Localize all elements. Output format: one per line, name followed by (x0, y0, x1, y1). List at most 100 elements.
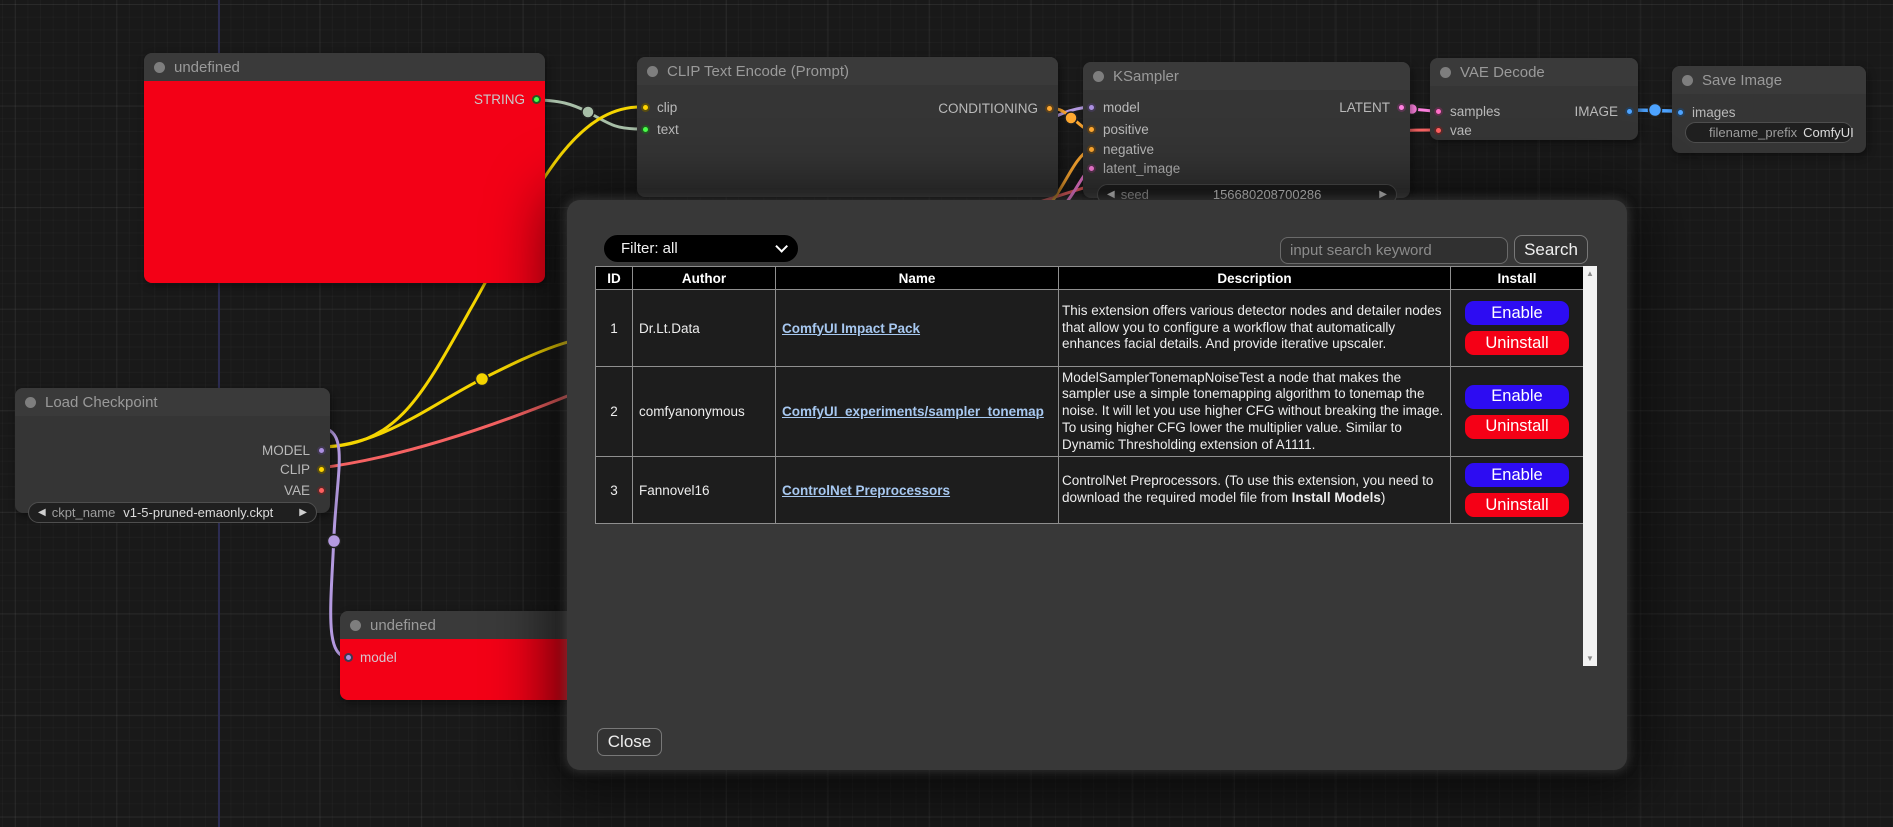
col-header-id: ID (596, 267, 633, 290)
filename-prefix-widget[interactable]: filename_prefix ComfyUI (1685, 122, 1853, 143)
vae-input-dot[interactable] (1434, 126, 1443, 135)
scroll-down-icon[interactable]: ▼ (1586, 654, 1594, 663)
clip-output-dot[interactable] (317, 465, 326, 474)
output-slot-image[interactable]: IMAGE (1574, 103, 1634, 119)
node-status-dot (154, 62, 165, 73)
model-input-dot[interactable] (1087, 103, 1096, 112)
input-slot-model[interactable]: model (1087, 99, 1140, 115)
node-clip-text-encode[interactable]: CLIP Text Encode (Prompt) clip text COND… (637, 57, 1058, 197)
output-slot-latent[interactable]: LATENT (1339, 99, 1406, 115)
close-button[interactable]: Close (597, 728, 662, 756)
node-status-dot (25, 397, 36, 408)
ckpt-name-value: v1-5-pruned-emaonly.ckpt (123, 505, 273, 520)
uninstall-button[interactable]: Uninstall (1464, 492, 1570, 518)
output-slot-clip[interactable]: CLIP (280, 461, 326, 477)
conditioning-output-dot[interactable] (1045, 104, 1054, 113)
col-header-name: Name (776, 267, 1059, 290)
col-header-install: Install (1451, 267, 1584, 290)
cell-author: comfyanonymous (633, 367, 776, 457)
cell-id: 2 (596, 367, 633, 457)
node-save-image[interactable]: Save Image images filename_prefix ComfyU… (1672, 66, 1866, 153)
cell-author: Dr.Lt.Data (633, 290, 776, 367)
reroute-dot-image[interactable] (1649, 104, 1662, 117)
extension-link[interactable]: ComfyUI_experiments/sampler_tonemap (782, 404, 1044, 419)
scroll-up-icon[interactable]: ▲ (1586, 269, 1594, 278)
samples-input-dot[interactable] (1434, 107, 1443, 116)
latent-image-input-dot[interactable] (1087, 164, 1096, 173)
decrement-arrow-icon[interactable]: ◀ (1107, 189, 1115, 200)
cell-install: Enable Uninstall (1451, 367, 1584, 457)
comfyui-canvas[interactable]: { "icons": { "arrow_left": "◀", "arrow_r… (0, 0, 1893, 827)
negative-input-dot[interactable] (1087, 145, 1096, 154)
table-scrollbar[interactable]: ▲ ▼ (1583, 266, 1597, 666)
enable-button[interactable]: Enable (1464, 300, 1570, 326)
search-input[interactable] (1280, 237, 1508, 264)
cell-description: ModelSamplerTonemapNoiseTest a node that… (1059, 367, 1451, 457)
node-header[interactable]: undefined (144, 53, 545, 81)
node-ksampler[interactable]: KSampler model positive negative latent_… (1083, 62, 1410, 198)
node-title: CLIP Text Encode (Prompt) (667, 63, 849, 80)
col-header-author: Author (633, 267, 776, 290)
enable-button[interactable]: Enable (1464, 462, 1570, 488)
text-input-dot[interactable] (641, 125, 650, 134)
cell-install: Enable Uninstall (1451, 290, 1584, 367)
node-title: undefined (370, 617, 436, 634)
model-output-dot[interactable] (317, 446, 326, 455)
reroute-dot-model[interactable] (328, 535, 341, 548)
input-slot-vae[interactable]: vae (1434, 122, 1472, 138)
reroute-dot-conditioning[interactable] (1065, 112, 1077, 124)
table-row: 1 Dr.Lt.Data ComfyUI Impact Pack This ex… (596, 290, 1584, 367)
cell-id: 3 (596, 457, 633, 524)
input-slot-text[interactable]: text (641, 121, 679, 137)
input-slot-clip[interactable]: clip (641, 99, 677, 115)
images-input-dot[interactable] (1676, 108, 1685, 117)
input-slot-negative[interactable]: negative (1087, 141, 1154, 157)
cell-id: 1 (596, 290, 633, 367)
search-button[interactable]: Search (1514, 235, 1588, 264)
output-slot-string[interactable]: STRING (474, 91, 541, 107)
vae-output-dot[interactable] (317, 486, 326, 495)
node-header[interactable]: VAE Decode (1430, 58, 1638, 86)
node-vae-decode[interactable]: VAE Decode samples vae IMAGE (1430, 58, 1638, 140)
node-header[interactable]: CLIP Text Encode (Prompt) (637, 57, 1058, 85)
positive-input-dot[interactable] (1087, 125, 1096, 134)
output-slot-vae[interactable]: VAE (284, 482, 326, 498)
node-header[interactable]: Save Image (1672, 66, 1866, 94)
node-header[interactable]: KSampler (1083, 62, 1410, 90)
node-title: Save Image (1702, 72, 1782, 89)
reroute-dot-string[interactable] (582, 106, 594, 118)
reroute-dot-clip[interactable] (476, 373, 489, 386)
increment-arrow-icon[interactable]: ▶ (1379, 189, 1387, 200)
enable-button[interactable]: Enable (1464, 384, 1570, 410)
latent-output-dot[interactable] (1397, 103, 1406, 112)
input-slot-samples[interactable]: samples (1434, 103, 1500, 119)
input-slot-model[interactable]: model (344, 649, 397, 665)
input-slot-latent-image[interactable]: latent_image (1087, 160, 1180, 176)
node-status-dot (1093, 71, 1104, 82)
decrement-arrow-icon[interactable]: ◀ (38, 507, 46, 518)
extension-manager-dialog: Filter: all Search ID Author Name Descri… (567, 200, 1627, 770)
extension-link[interactable]: ComfyUI Impact Pack (782, 321, 920, 336)
node-status-dot (1440, 67, 1451, 78)
input-slot-images[interactable]: images (1676, 104, 1736, 120)
increment-arrow-icon[interactable]: ▶ (299, 507, 307, 518)
ckpt-name-widget[interactable]: ◀ ckpt_name v1-5-pruned-emaonly.ckpt ▶ (28, 502, 317, 523)
string-output-dot[interactable] (532, 95, 541, 104)
output-slot-conditioning[interactable]: CONDITIONING (938, 100, 1054, 116)
uninstall-button[interactable]: Uninstall (1464, 414, 1570, 440)
node-title: VAE Decode (1460, 64, 1545, 81)
image-output-dot[interactable] (1625, 107, 1634, 116)
cell-install: Enable Uninstall (1451, 457, 1584, 524)
output-slot-model[interactable]: MODEL (262, 442, 326, 458)
extension-link[interactable]: ControlNet Preprocessors (782, 483, 950, 498)
col-header-description: Description (1059, 267, 1451, 290)
node-load-checkpoint[interactable]: Load Checkpoint MODEL CLIP VAE ◀ ckpt_na… (15, 388, 330, 513)
node-status-dot (647, 66, 658, 77)
clip-input-dot[interactable] (641, 103, 650, 112)
model-input-dot[interactable] (344, 653, 353, 662)
filter-select[interactable]: Filter: all (603, 234, 799, 263)
input-slot-positive[interactable]: positive (1087, 121, 1149, 137)
node-undefined-string[interactable]: undefined STRING (144, 53, 545, 283)
uninstall-button[interactable]: Uninstall (1464, 330, 1570, 356)
node-header[interactable]: Load Checkpoint (15, 388, 330, 416)
